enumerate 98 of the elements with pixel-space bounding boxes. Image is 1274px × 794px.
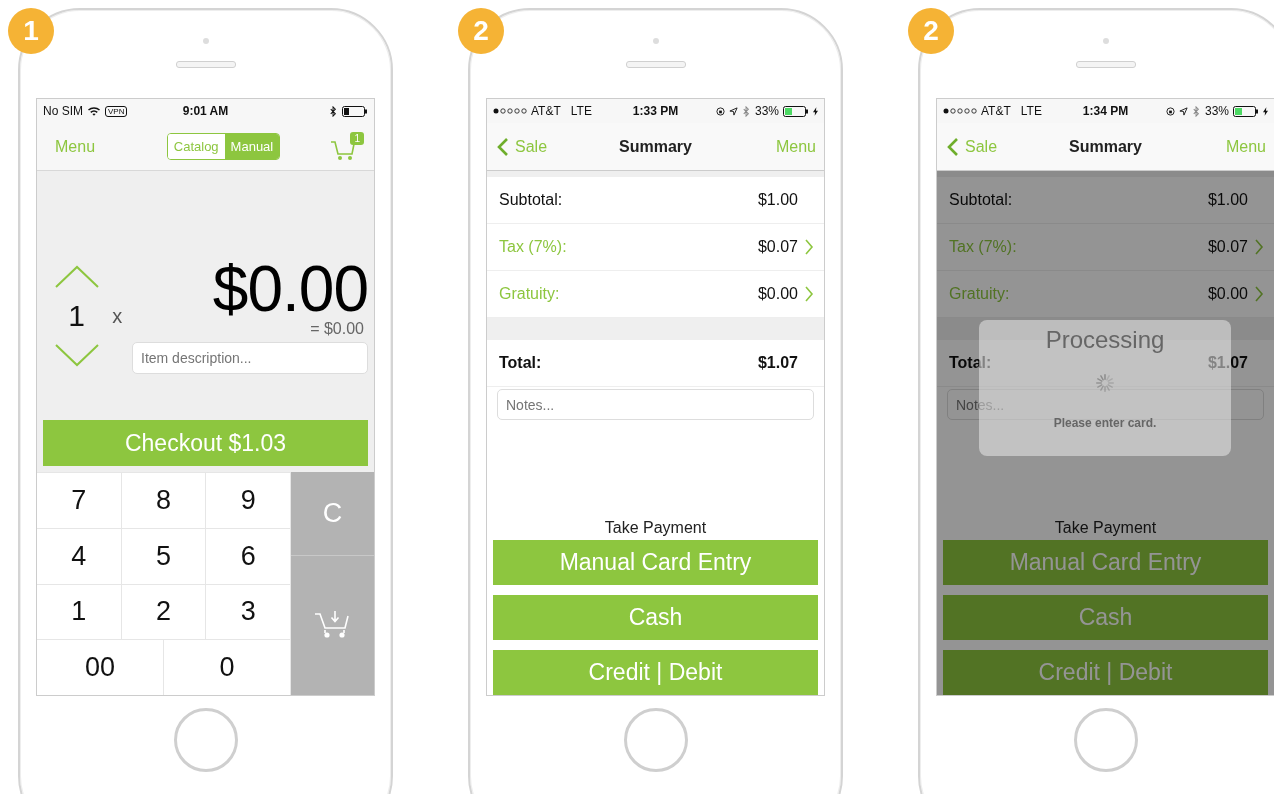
checkout-button[interactable]: Checkout $1.03: [43, 420, 368, 466]
multiply-sign: x: [112, 304, 124, 328]
keypad-key[interactable]: 1: [37, 583, 122, 640]
battery-percent: 33%: [1204, 104, 1229, 118]
battery-percent: 33%: [754, 104, 779, 118]
keypad-key[interactable]: 00: [37, 639, 164, 695]
charging-bolt-icon: [1263, 106, 1268, 116]
menu-link[interactable]: Menu: [55, 137, 96, 156]
camera-dot: [652, 38, 659, 44]
nav-title: Summary: [1069, 137, 1142, 156]
payment-button[interactable]: Credit | Debit: [943, 650, 1268, 695]
status-time: 1:34 PM: [1082, 104, 1129, 118]
quantity-value: 1: [68, 299, 85, 333]
back-chevron-icon[interactable]: [497, 136, 509, 157]
summary-label: Tax (7%):: [499, 238, 568, 256]
menu-link[interactable]: Menu: [775, 137, 816, 156]
price-amount: $0.00: [212, 258, 368, 320]
chevron-right-icon[interactable]: [1254, 285, 1264, 303]
rotation-lock-icon: [1165, 105, 1175, 117]
charging-bolt-icon: [813, 106, 818, 116]
keypad-key[interactable]: 4: [37, 527, 122, 584]
summary-value: $1.00: [757, 191, 798, 209]
location-arrow-icon: [1178, 105, 1188, 117]
summary-label: Subtotal:: [949, 191, 1014, 209]
battery-icon: [1233, 105, 1259, 117]
home-button[interactable]: [173, 708, 238, 772]
battery-icon: [783, 105, 809, 117]
carrier-text: AT&T: [531, 104, 561, 118]
keypad-key[interactable]: 0: [164, 639, 291, 695]
total-label: Total:: [949, 354, 993, 372]
segment-tab[interactable]: Catalog: [167, 134, 225, 159]
summary-value: $1.00: [1207, 191, 1248, 209]
summary-value: $0.00: [757, 285, 798, 303]
summary-value: $0.00: [1207, 285, 1248, 303]
signal-dots-icon: [493, 108, 527, 114]
status-time: 9:01 AM: [182, 104, 229, 118]
carrier-text: AT&T: [981, 104, 1011, 118]
location-arrow-icon: [728, 105, 738, 117]
payment-button[interactable]: Cash: [943, 595, 1268, 640]
chevron-right-icon[interactable]: [1254, 238, 1264, 256]
summary-label: Gratuity:: [499, 285, 561, 303]
back-chevron-icon[interactable]: [947, 136, 959, 157]
total-value: $1.07: [757, 354, 798, 372]
status-time: 1:33 PM: [632, 104, 679, 118]
camera-dot: [1102, 38, 1109, 44]
keypad-key[interactable]: 7: [37, 472, 122, 528]
nav-title: Summary: [619, 137, 692, 156]
summary-label: Gratuity:: [949, 285, 1011, 303]
summary-label: Tax (7%):: [949, 238, 1018, 256]
keypad-key[interactable]: 2: [121, 583, 207, 640]
segment-tab[interactable]: Manual: [224, 134, 280, 159]
speaker-slot: [1075, 61, 1136, 68]
back-link[interactable]: Sale: [947, 136, 998, 157]
signal-dots-icon: [943, 108, 977, 114]
loading-spinner-icon: [1094, 372, 1116, 394]
wifi-icon: [87, 106, 101, 116]
line-total: = $0.00: [310, 320, 364, 338]
menu-link[interactable]: Menu: [1225, 137, 1266, 156]
rotation-lock-icon: [715, 105, 725, 117]
total-value: $1.07: [1207, 354, 1248, 372]
decrease-chevron-icon[interactable]: [53, 343, 100, 367]
step-number-badge: 1: [8, 8, 54, 54]
step-number-badge: 2: [458, 8, 504, 54]
network-text: LTE: [1020, 104, 1042, 118]
keypad-key[interactable]: 5: [121, 527, 207, 584]
payment-button[interactable]: Manual Card Entry: [943, 540, 1268, 585]
increase-chevron-icon[interactable]: [53, 265, 100, 289]
cart-count-badge: 1: [350, 131, 364, 145]
summary-value: $0.07: [1207, 238, 1248, 256]
camera-dot: [202, 38, 209, 44]
total-label: Total:: [499, 354, 543, 372]
keypad-key[interactable]: 3: [206, 583, 291, 640]
speaker-slot: [175, 61, 236, 68]
payment-button[interactable]: Manual Card Entry: [493, 540, 818, 585]
notes-field[interactable]: Notes...: [497, 389, 814, 420]
back-link[interactable]: Sale: [497, 136, 548, 157]
bluetooth-icon: [329, 105, 338, 117]
bluetooth-icon: [741, 105, 751, 117]
payment-button[interactable]: Cash: [493, 595, 818, 640]
step-number-badge: 2: [908, 8, 954, 54]
summary-label: Subtotal:: [499, 191, 564, 209]
home-button[interactable]: [1073, 708, 1138, 772]
network-text: LTE: [570, 104, 592, 118]
dialog-title: Processing: [1045, 326, 1165, 354]
item-description-field[interactable]: Item description...: [132, 342, 368, 374]
keypad-key[interactable]: 9: [206, 472, 291, 528]
keypad-key[interactable]: 8: [121, 472, 207, 528]
home-button[interactable]: [623, 708, 688, 772]
vpn-indicator: VPN: [105, 105, 128, 117]
carrier-text: No SIM: [43, 104, 83, 118]
battery-icon: [342, 105, 368, 117]
payment-button[interactable]: Credit | Debit: [493, 650, 818, 695]
chevron-right-icon[interactable]: [804, 285, 814, 303]
summary-value: $0.07: [757, 238, 798, 256]
bluetooth-icon: [1191, 105, 1201, 117]
chevron-right-icon[interactable]: [804, 238, 814, 256]
speaker-slot: [625, 61, 686, 68]
keypad-key[interactable]: 6: [206, 527, 291, 584]
